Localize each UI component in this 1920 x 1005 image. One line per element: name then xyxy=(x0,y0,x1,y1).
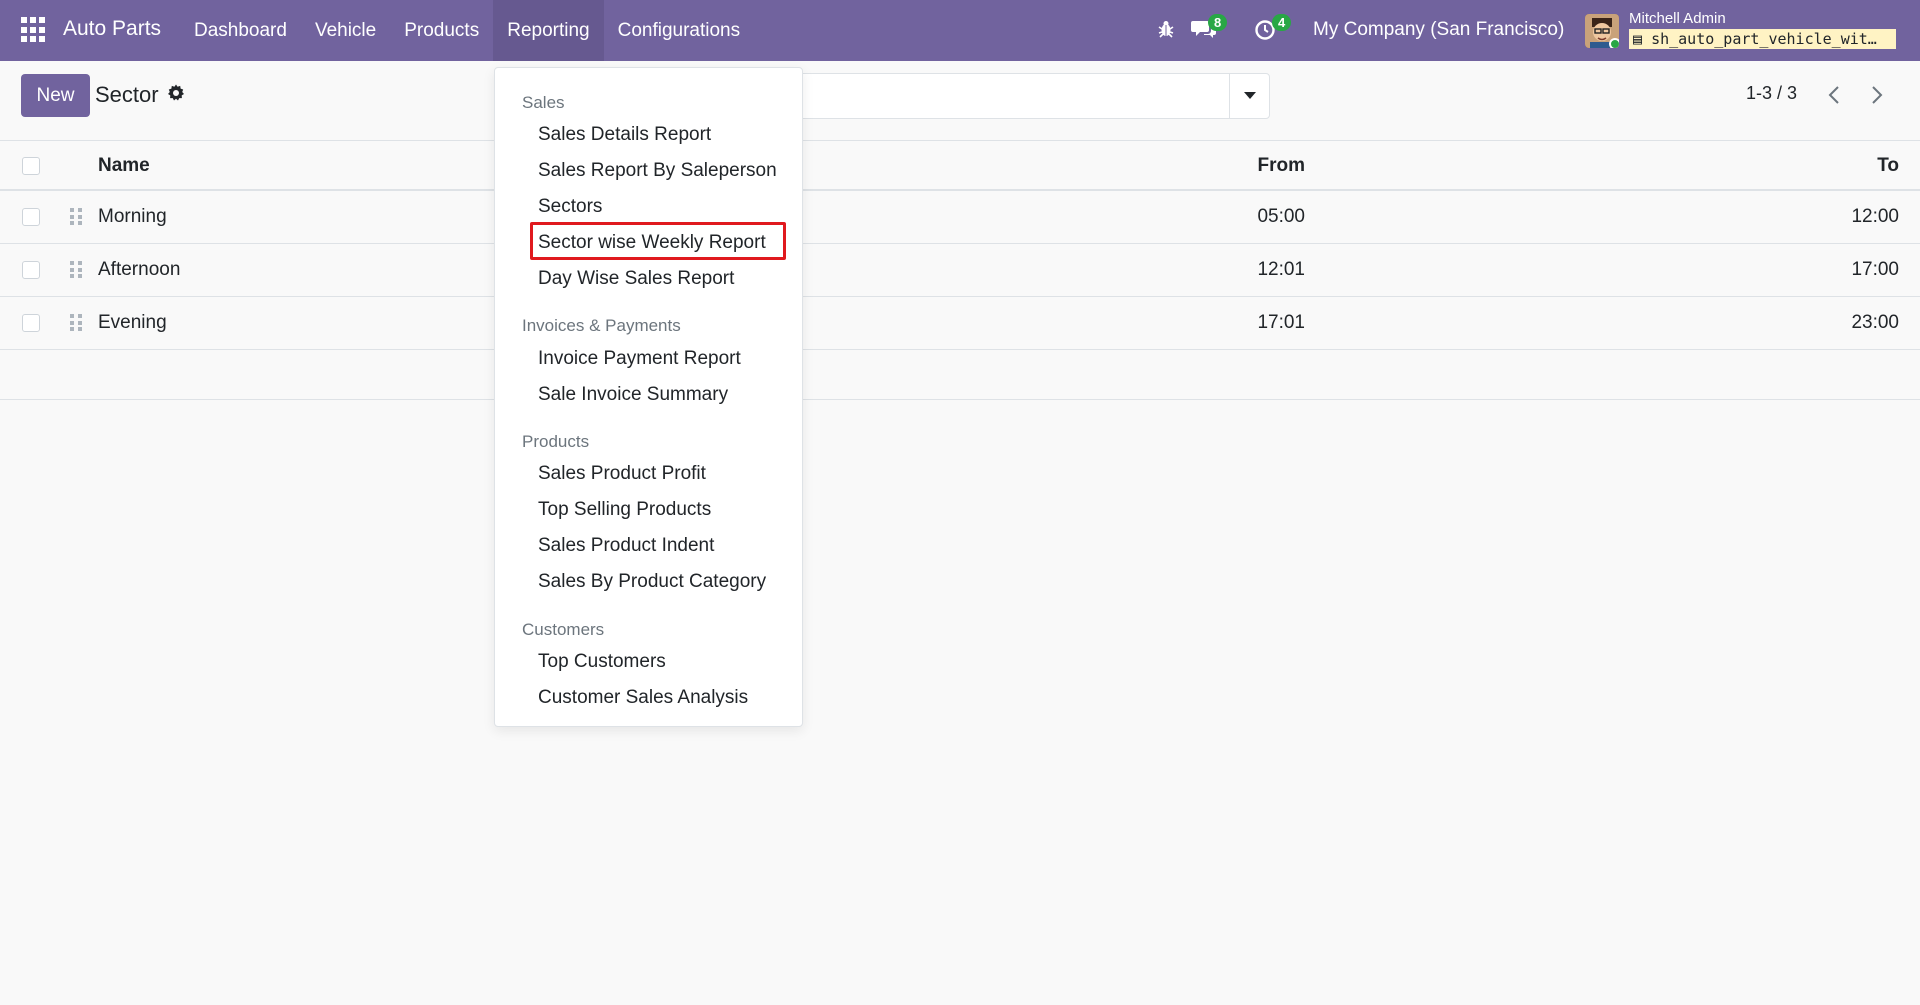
user-name[interactable]: Mitchell Admin xyxy=(1629,10,1726,27)
menu-reporting[interactable]: Reporting xyxy=(493,0,604,61)
pager-previous-button[interactable] xyxy=(1819,80,1849,110)
row-name: Morning xyxy=(98,206,167,227)
menu-item-sales-report-by-saleperson[interactable]: Sales Report By Saleperson xyxy=(538,160,777,182)
menu-vehicle[interactable]: Vehicle xyxy=(301,0,390,61)
column-to-header[interactable]: To xyxy=(1877,155,1899,177)
menu-item-sectors[interactable]: Sectors xyxy=(538,196,602,218)
row-to: 17:00 xyxy=(1851,259,1899,280)
menu-item-invoice-payment-report[interactable]: Invoice Payment Report xyxy=(538,348,741,370)
apps-grid-icon[interactable] xyxy=(21,17,47,43)
row-checkbox[interactable] xyxy=(22,208,40,226)
select-all-checkbox[interactable] xyxy=(22,157,40,175)
menu-item-customer-sales-analysis[interactable]: Customer Sales Analysis xyxy=(538,687,748,709)
drag-handle-icon[interactable] xyxy=(70,261,82,279)
row-from: 12:01 xyxy=(1257,259,1305,280)
menu-item-sector-wise-weekly-report[interactable]: Sector wise Weekly Report xyxy=(538,232,766,254)
menu-configurations[interactable]: Configurations xyxy=(604,0,755,61)
app-brand[interactable]: Auto Parts xyxy=(63,17,161,41)
table-header: Name From To xyxy=(0,140,1920,191)
caret-down-icon xyxy=(1243,92,1256,99)
top-navbar: Auto Parts Dashboard Vehicle Products Re… xyxy=(0,0,1920,61)
user-avatar[interactable] xyxy=(1585,14,1619,48)
database-label: sh_auto_part_vehicle_wit… xyxy=(1651,30,1877,48)
menu-item-sales-product-indent[interactable]: Sales Product Indent xyxy=(538,535,714,557)
section-header-invoices-payments: Invoices & Payments xyxy=(522,316,681,335)
drag-handle-icon[interactable] xyxy=(70,314,82,332)
pager-next-button[interactable] xyxy=(1862,80,1892,110)
activities-badge: 4 xyxy=(1272,14,1292,31)
chevron-left-icon xyxy=(1828,86,1839,104)
online-status-dot xyxy=(1609,38,1619,48)
search-input[interactable] xyxy=(790,73,1270,119)
new-button[interactable]: New xyxy=(21,74,90,117)
menu-item-sales-by-product-category[interactable]: Sales By Product Category xyxy=(538,571,766,593)
menu-item-day-wise-sales-report[interactable]: Day Wise Sales Report xyxy=(538,268,734,290)
menu-item-sale-invoice-summary[interactable]: Sale Invoice Summary xyxy=(538,384,728,406)
section-header-customers: Customers xyxy=(522,620,605,639)
menu-item-top-selling-products[interactable]: Top Selling Products xyxy=(538,499,711,521)
menu-item-top-customers[interactable]: Top Customers xyxy=(538,651,666,673)
table-row[interactable]: Afternoon 12:01 17:00 xyxy=(0,244,1920,297)
menu-item-sales-product-profit[interactable]: Sales Product Profit xyxy=(538,463,706,485)
column-name-header[interactable]: Name xyxy=(98,155,150,177)
database-icon: ▤ xyxy=(1633,30,1652,48)
search-options-toggle[interactable] xyxy=(1229,74,1269,118)
menu-dashboard[interactable]: Dashboard xyxy=(180,0,301,61)
table-row[interactable]: Morning 05:00 12:00 xyxy=(0,191,1920,244)
row-from: 17:01 xyxy=(1257,312,1305,333)
column-from-header[interactable]: From xyxy=(1258,155,1306,177)
section-header-products: Products xyxy=(522,432,590,451)
row-to: 12:00 xyxy=(1851,206,1899,227)
main-menu: Dashboard Vehicle Products Reporting Con… xyxy=(180,0,754,61)
drag-handle-icon[interactable] xyxy=(70,208,82,226)
sector-list: Name From To Morning 05:00 12:00 Afterno… xyxy=(0,140,1920,400)
menu-item-sales-details-report[interactable]: Sales Details Report xyxy=(538,124,711,146)
section-header-sales: Sales xyxy=(522,93,565,112)
row-checkbox[interactable] xyxy=(22,261,40,279)
pager-value[interactable]: 1-3 / 3 xyxy=(1746,83,1797,104)
database-name: ▤ sh_auto_part_vehicle_wit… xyxy=(1629,29,1896,49)
messages-badge: 8 xyxy=(1208,14,1228,31)
reporting-dropdown-menu: Sales Sales Details Report Sales Report … xyxy=(494,67,803,727)
menu-products[interactable]: Products xyxy=(390,0,493,61)
row-name: Afternoon xyxy=(98,259,181,280)
row-name: Evening xyxy=(98,312,167,333)
gear-icon[interactable] xyxy=(167,84,185,107)
company-switcher[interactable]: My Company (San Francisco) xyxy=(1313,19,1564,41)
table-row[interactable]: Evening 17:01 23:00 xyxy=(0,297,1920,350)
table-footer xyxy=(0,350,1920,400)
row-to: 23:00 xyxy=(1851,312,1899,333)
bug-icon[interactable] xyxy=(1156,19,1176,44)
page-title: Sector xyxy=(95,82,159,107)
chevron-right-icon xyxy=(1872,86,1883,104)
row-checkbox[interactable] xyxy=(22,314,40,332)
row-from: 05:00 xyxy=(1257,206,1305,227)
